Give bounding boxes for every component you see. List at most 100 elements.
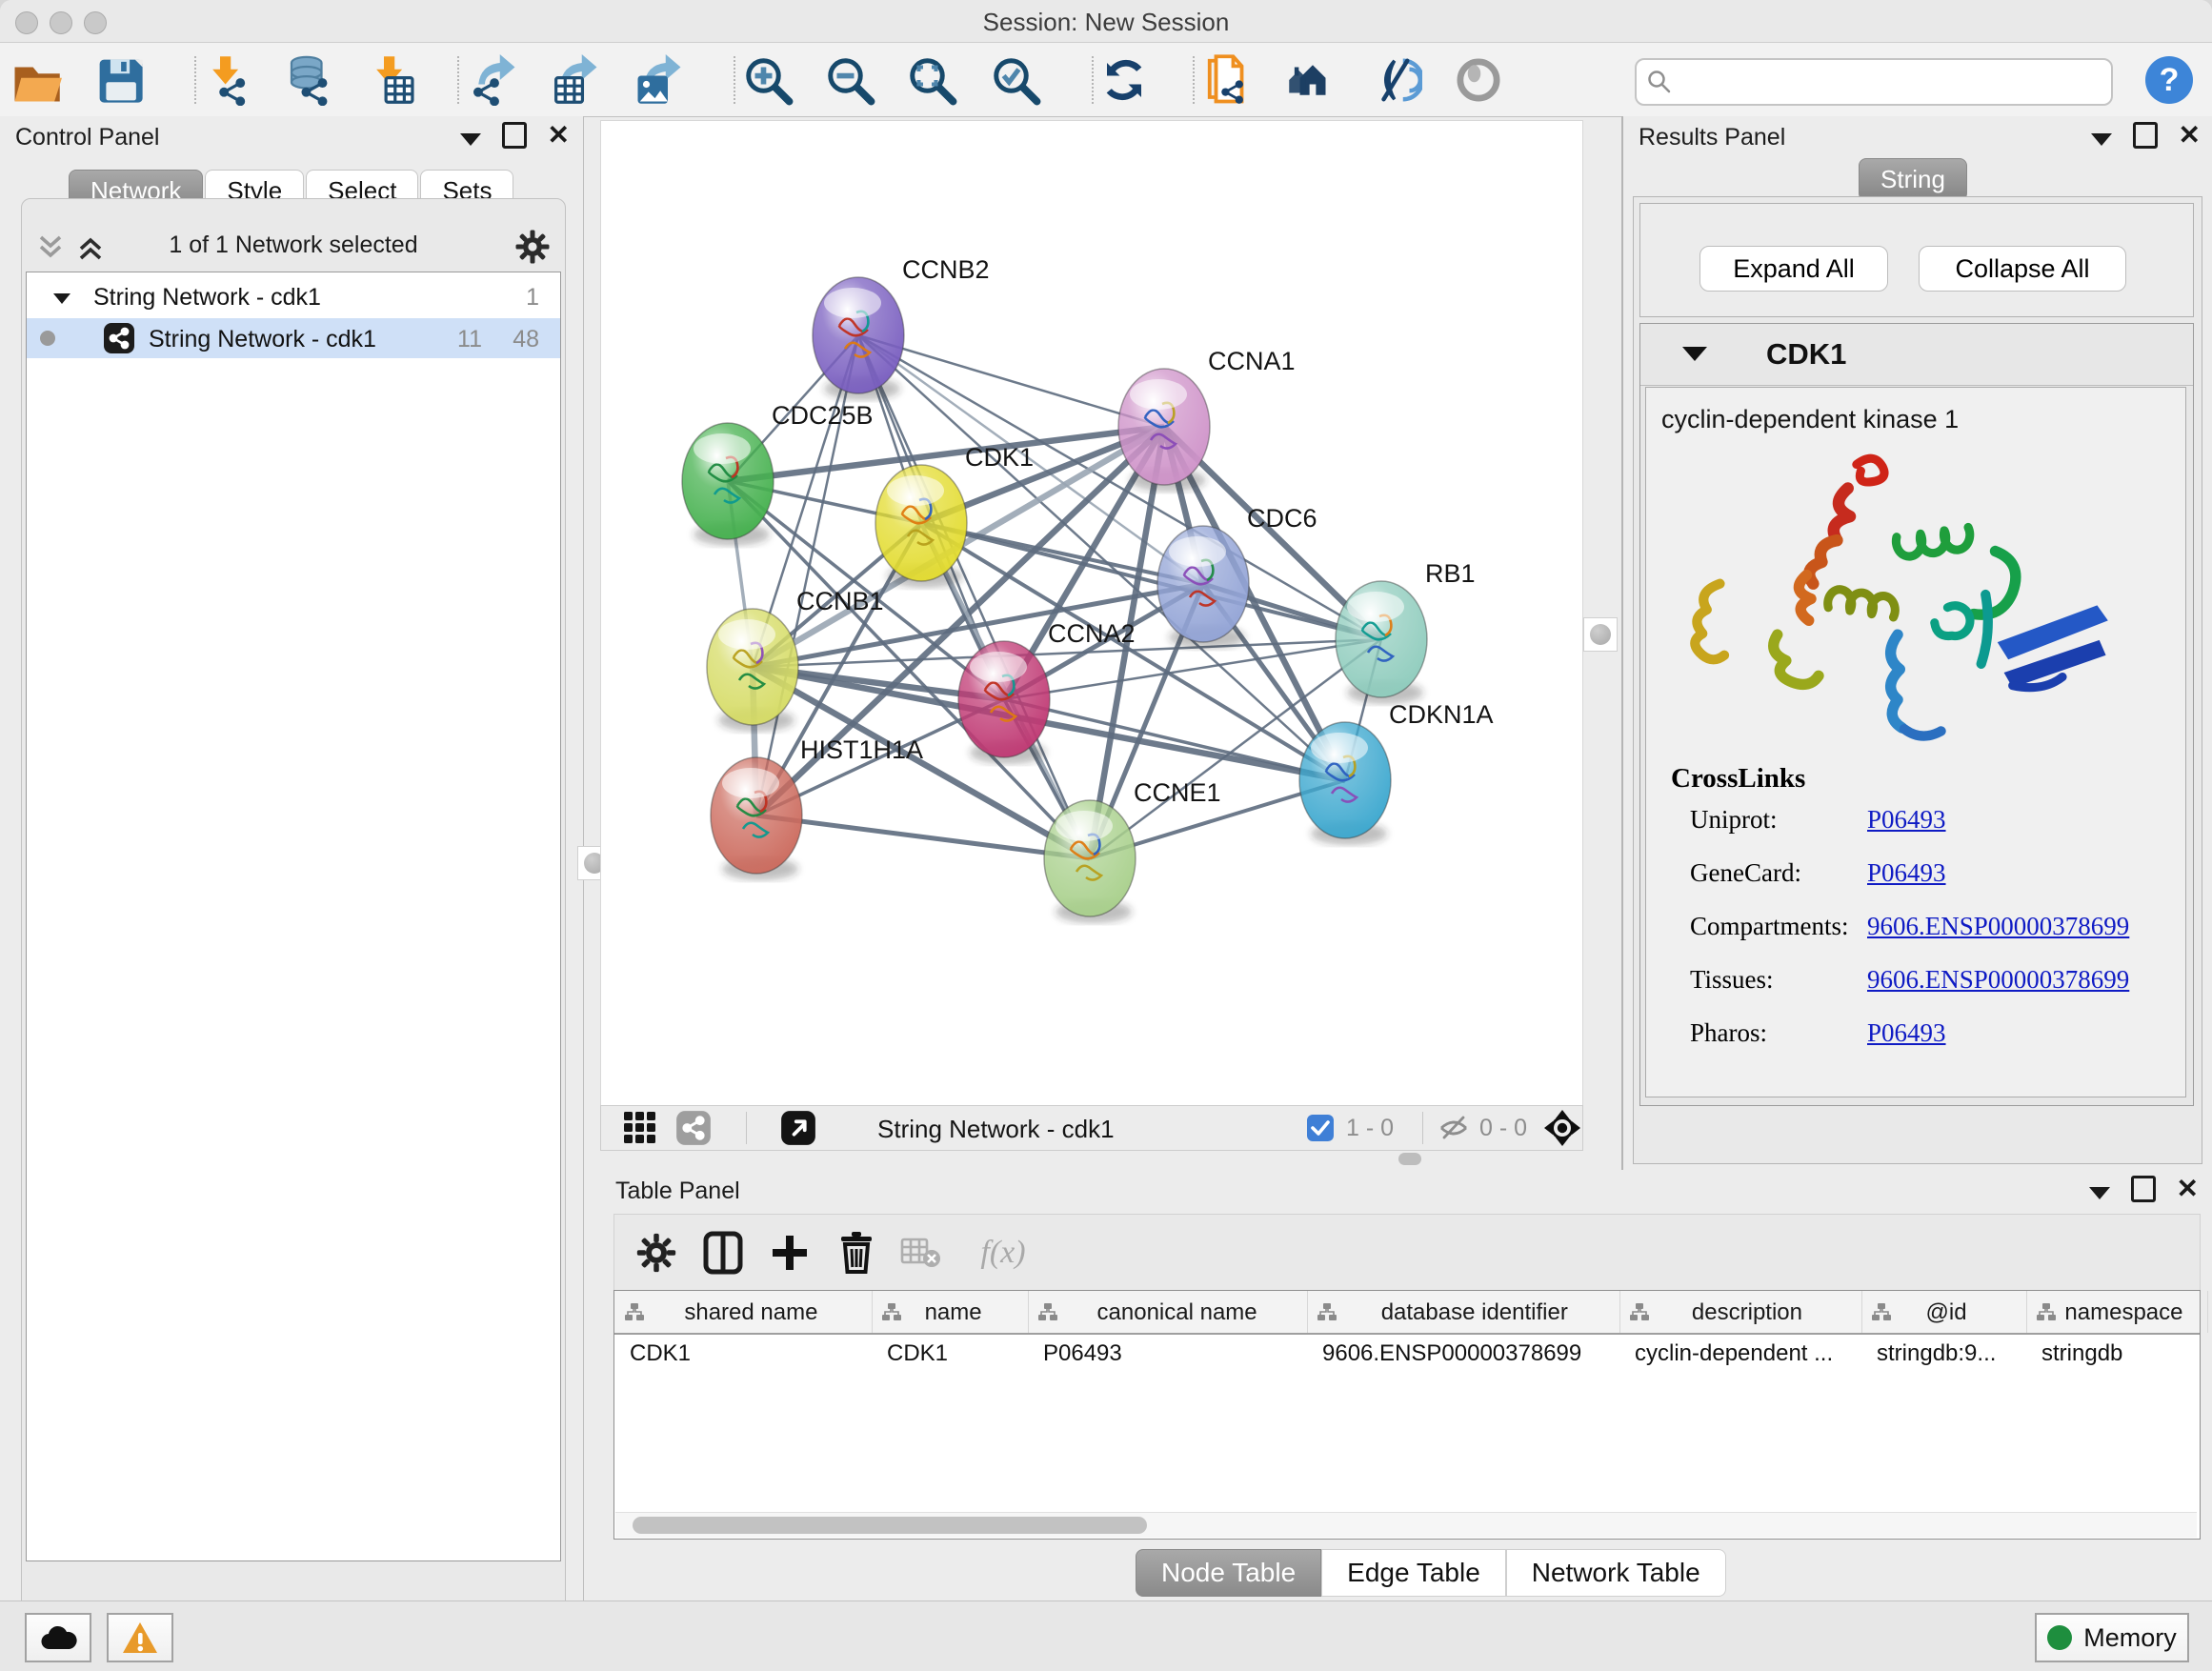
column-header-description[interactable]: description bbox=[1619, 1291, 1862, 1333]
column-header-canonical-name[interactable]: canonical name bbox=[1028, 1291, 1308, 1333]
table-panel-float-icon[interactable] bbox=[2131, 1176, 2156, 1202]
expand-all-button[interactable]: Expand All bbox=[1699, 246, 1888, 292]
help-button[interactable]: ? bbox=[2140, 52, 2199, 108]
search-input[interactable] bbox=[1679, 62, 2101, 100]
crosslink-link[interactable]: P06493 bbox=[1867, 805, 1946, 835]
tab-node-table[interactable]: Node Table bbox=[1136, 1549, 1321, 1597]
network-node-count: 11 bbox=[457, 326, 482, 353]
control-panel-float-icon[interactable] bbox=[502, 122, 527, 149]
cell-description[interactable]: cyclin-dependent ... bbox=[1619, 1340, 1861, 1375]
show-columns-icon[interactable] bbox=[698, 1228, 748, 1278]
network-share-view-icon[interactable] bbox=[675, 1110, 712, 1151]
export-network-button[interactable] bbox=[464, 52, 523, 108]
table-horizontal-scrollbar[interactable] bbox=[615, 1512, 2197, 1538]
control-panel-close-icon[interactable]: ✕ bbox=[548, 125, 570, 146]
birdseye-grid-icon[interactable] bbox=[622, 1110, 658, 1151]
zoom-in-button[interactable] bbox=[738, 52, 797, 108]
results-panel-close-icon[interactable]: ✕ bbox=[2179, 125, 2201, 146]
horizontal-splitter-handle[interactable] bbox=[1398, 1153, 1421, 1165]
node-CCNB1[interactable]: CCNB1 bbox=[707, 587, 884, 732]
column-header-database-identifier[interactable]: database identifier bbox=[1307, 1291, 1620, 1333]
table-gear-icon[interactable] bbox=[632, 1228, 681, 1278]
control-panel-menu-caret-icon[interactable] bbox=[460, 133, 481, 146]
column-header-name[interactable]: name bbox=[872, 1291, 1029, 1333]
tab-edge-table[interactable]: Edge Table bbox=[1321, 1549, 1506, 1597]
zoom-selected-button[interactable] bbox=[986, 52, 1045, 108]
node-RB1[interactable]: RB1 bbox=[1336, 559, 1476, 704]
crosslink-row: Pharos:P06493 bbox=[1690, 1018, 2166, 1057]
edge-CCNB2-CCNE1[interactable] bbox=[858, 335, 1090, 858]
import-database-button[interactable] bbox=[279, 52, 338, 108]
column-header-shared-name[interactable]: shared name bbox=[614, 1291, 873, 1333]
memory-button[interactable]: Memory bbox=[2035, 1613, 2189, 1662]
results-panel-menu-caret-icon[interactable] bbox=[2091, 133, 2112, 146]
scrollbar-thumb[interactable] bbox=[633, 1517, 1147, 1534]
import-network-button[interactable] bbox=[199, 52, 258, 108]
node-CDKN1A[interactable]: CDKN1A bbox=[1299, 700, 1494, 845]
network-row[interactable]: String Network - cdk1 11 48 bbox=[27, 318, 560, 358]
home-button[interactable] bbox=[1283, 52, 1342, 108]
zoom-fit-button[interactable] bbox=[902, 52, 961, 108]
right-splitter-handle[interactable] bbox=[1583, 617, 1618, 652]
fit-selected-crosshair-icon[interactable] bbox=[1542, 1108, 1582, 1153]
edge-CCNB2-CCNA1[interactable] bbox=[858, 335, 1164, 427]
control-panel-title: Control Panel bbox=[15, 124, 159, 151]
table-panel-close-icon[interactable]: ✕ bbox=[2177, 1178, 2199, 1199]
cytoscape-window: Session: New Session ? Control Panel ✕ N… bbox=[0, 0, 2212, 1671]
import-string-document-button[interactable] bbox=[1199, 52, 1258, 108]
zoom-out-button[interactable] bbox=[820, 52, 879, 108]
node-label-CDC6: CDC6 bbox=[1247, 504, 1317, 533]
crosslink-link[interactable]: 9606.ENSP00000378699 bbox=[1867, 912, 2129, 941]
show-graphics-button[interactable] bbox=[1367, 52, 1426, 108]
node-CCNB2[interactable]: CCNB2 bbox=[813, 255, 990, 400]
node-label-HIST1H1A: HIST1H1A bbox=[800, 735, 923, 764]
delete-column-trash-icon[interactable] bbox=[832, 1228, 881, 1278]
network-canvas[interactable]: CCNB2 CCNA1 CDC25B CDK1 bbox=[600, 120, 1583, 1107]
tab-network-table[interactable]: Network Table bbox=[1506, 1549, 1726, 1597]
crosslink-link[interactable]: P06493 bbox=[1867, 1018, 1946, 1048]
export-table-button[interactable] bbox=[546, 52, 605, 108]
network-collection-row[interactable]: String Network - cdk1 1 bbox=[27, 278, 560, 318]
import-database-icon bbox=[283, 54, 334, 106]
import-table-button[interactable] bbox=[363, 52, 422, 108]
warnings-button[interactable] bbox=[107, 1613, 173, 1662]
gene-card-header[interactable]: CDK1 bbox=[1640, 324, 2193, 386]
gene-collapse-triangle-icon[interactable] bbox=[1682, 347, 1707, 361]
crosslink-label: Uniprot: bbox=[1690, 805, 1778, 834]
refresh-button[interactable] bbox=[1095, 52, 1154, 108]
column-label: canonical name bbox=[1097, 1299, 1257, 1326]
results-panel-float-icon[interactable] bbox=[2133, 122, 2158, 149]
crosslink-link[interactable]: 9606.ENSP00000378699 bbox=[1867, 965, 2129, 995]
node-CCNE1[interactable]: CCNE1 bbox=[1044, 778, 1221, 923]
save-session-button[interactable] bbox=[90, 52, 150, 108]
search-box bbox=[1635, 58, 2113, 106]
edge-HIST1H1A-CCNE1[interactable] bbox=[756, 815, 1090, 858]
cell-database-identifier[interactable]: 9606.ENSP00000378699 bbox=[1307, 1340, 1619, 1375]
open-session-button[interactable] bbox=[7, 52, 66, 108]
column-header-id[interactable]: @id bbox=[1861, 1291, 2027, 1333]
results-panel-title: Results Panel bbox=[1639, 124, 1785, 151]
cell-shared-name[interactable]: CDK1 bbox=[614, 1340, 872, 1375]
hide-graphics-button[interactable] bbox=[1449, 52, 1508, 108]
export-image-button[interactable] bbox=[630, 52, 689, 108]
crosslink-link[interactable]: P06493 bbox=[1867, 858, 1946, 888]
create-column-plus-icon[interactable] bbox=[765, 1228, 814, 1278]
node-label-CDKN1A: CDKN1A bbox=[1389, 700, 1494, 729]
cloud-button[interactable] bbox=[25, 1613, 91, 1662]
cell-canonical-name[interactable]: P06493 bbox=[1028, 1340, 1307, 1375]
table-panel-title: Table Panel bbox=[615, 1178, 740, 1205]
network-share-icon bbox=[103, 322, 135, 354]
cell-namespace[interactable]: stringdb bbox=[2026, 1340, 2207, 1375]
open-view-in-window-icon[interactable] bbox=[780, 1110, 816, 1151]
collection-expand-triangle-icon[interactable] bbox=[51, 290, 72, 307]
selected-checkbox-icon[interactable] bbox=[1306, 1114, 1335, 1147]
column-label: description bbox=[1692, 1299, 1802, 1326]
cell-name[interactable]: CDK1 bbox=[872, 1340, 1028, 1375]
table-panel-menu-caret-icon[interactable] bbox=[2089, 1187, 2110, 1199]
collapse-all-button[interactable]: Collapse All bbox=[1919, 246, 2126, 292]
tab-string[interactable]: String bbox=[1859, 158, 1967, 201]
node-HIST1H1A[interactable]: HIST1H1A bbox=[711, 735, 923, 880]
column-header-namespace[interactable]: namespace bbox=[2026, 1291, 2208, 1333]
network-options-gear-icon[interactable] bbox=[513, 228, 552, 266]
cell-id[interactable]: stringdb:9... bbox=[1861, 1340, 2026, 1375]
